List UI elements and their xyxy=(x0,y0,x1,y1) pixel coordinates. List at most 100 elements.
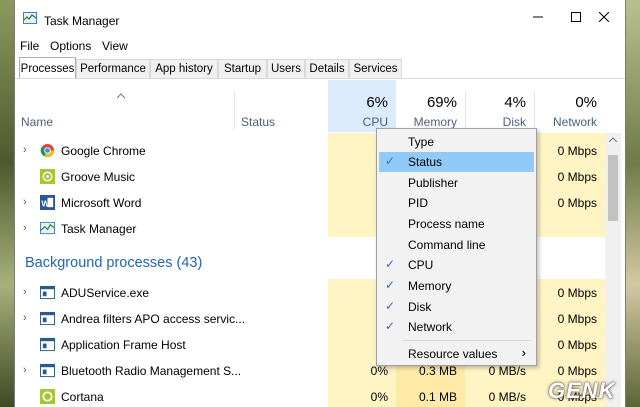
column-cpu-label: CPU xyxy=(362,115,388,129)
network-value: 0 Mbps xyxy=(557,286,597,300)
menu-view[interactable]: View xyxy=(102,39,128,53)
task-manager-window: Task Manager File Options View Processes… xyxy=(14,0,626,407)
column-header-memory[interactable]: 69% Memory xyxy=(396,80,465,132)
task-manager-icon xyxy=(23,12,37,24)
expand-chevron-icon[interactable]: › xyxy=(23,312,27,324)
menu-item-label: Process name xyxy=(408,217,485,231)
menu-item-publisher[interactable]: Publisher xyxy=(379,173,534,193)
scrollbar-thumb[interactable] xyxy=(608,155,618,221)
cpu-total-percent: 6% xyxy=(366,94,388,111)
groove-music-icon xyxy=(40,169,55,184)
column-header-status[interactable]: Status xyxy=(235,80,328,132)
genk-watermark: GENK xyxy=(548,378,616,403)
menu-bar: File Options View xyxy=(15,36,625,56)
menu-item-label: Disk xyxy=(408,300,432,314)
task-manager-icon xyxy=(40,221,55,235)
column-header-cpu[interactable]: 6% CPU xyxy=(328,80,396,132)
svg-text:W: W xyxy=(41,198,49,208)
menu-item-resource-values[interactable]: Resource values › xyxy=(379,344,534,364)
background-processes-header: Background processes (43) xyxy=(25,255,203,271)
process-name: Andrea filters APO access servic... xyxy=(61,312,246,326)
menu-item-cpu[interactable]: ✓ CPU xyxy=(379,255,534,275)
desktop-wallpaper-right xyxy=(626,0,640,407)
menu-item-label: Command line xyxy=(408,238,486,252)
process-name: Bluetooth Radio Management S... xyxy=(61,364,242,378)
sort-ascending-icon xyxy=(116,93,126,99)
menu-item-process-name[interactable]: Process name xyxy=(379,214,534,234)
table-row[interactable]: Cortana 0% 0.1 MB 0 MB/s 0 Mbps xyxy=(15,384,625,407)
network-value: 0 Mbps xyxy=(557,312,597,326)
column-context-menu: Type ✓ Status Publisher PID Process name … xyxy=(376,128,537,366)
expand-chevron-icon[interactable]: › xyxy=(23,364,27,376)
cortana-icon xyxy=(40,389,55,404)
menu-item-label: Type xyxy=(408,135,435,149)
menu-item-label: Network xyxy=(408,320,453,334)
network-value: 0 Mbps xyxy=(557,170,597,184)
app-window-icon xyxy=(40,285,55,300)
network-value: 0 Mbps xyxy=(557,196,597,210)
process-name: Cortana xyxy=(61,390,104,404)
menu-item-pid[interactable]: PID xyxy=(379,193,534,213)
expand-chevron-icon[interactable]: › xyxy=(23,144,27,156)
expand-chevron-icon[interactable]: › xyxy=(23,196,27,208)
title-bar: Task Manager xyxy=(15,0,625,34)
word-icon: W xyxy=(40,195,55,210)
tab-performance[interactable]: Performance xyxy=(76,59,150,78)
tab-app-history[interactable]: App history xyxy=(150,59,218,78)
check-icon: ✓ xyxy=(385,278,396,292)
maximize-icon xyxy=(571,12,581,22)
menu-item-network[interactable]: ✓ Network xyxy=(379,317,534,337)
menu-item-label: PID xyxy=(408,196,429,210)
desktop-wallpaper-left xyxy=(0,0,14,407)
process-name: Microsoft Word xyxy=(61,196,142,210)
menu-item-memory[interactable]: ✓ Memory xyxy=(379,276,534,296)
menu-item-disk[interactable]: ✓ Disk xyxy=(379,297,534,317)
vertical-scrollbar[interactable] xyxy=(605,133,621,407)
column-header-disk[interactable]: 4% Disk xyxy=(466,80,534,132)
tab-processes[interactable]: Processes xyxy=(19,57,76,78)
menu-separator xyxy=(403,340,531,341)
disk-total-percent: 4% xyxy=(504,94,526,111)
menu-file[interactable]: File xyxy=(20,39,39,53)
check-icon: ✓ xyxy=(385,154,396,168)
column-header-network[interactable]: 0% Network xyxy=(535,80,605,132)
memory-total-percent: 69% xyxy=(426,94,457,111)
menu-item-type[interactable]: Type xyxy=(379,132,534,152)
chrome-icon xyxy=(40,143,55,158)
menu-item-label: CPU xyxy=(408,258,434,272)
column-memory-label: Memory xyxy=(413,115,457,129)
check-icon: ✓ xyxy=(385,299,396,313)
tab-services[interactable]: Services xyxy=(349,59,402,78)
menu-options[interactable]: Options xyxy=(50,39,91,53)
process-name: ADUService.exe xyxy=(61,286,150,300)
column-disk-label: Disk xyxy=(502,115,526,129)
app-window-icon xyxy=(40,363,55,378)
menu-item-label: Resource values xyxy=(408,347,498,361)
process-name: Groove Music xyxy=(61,170,136,184)
column-status-label: Status xyxy=(241,115,276,129)
window-title: Task Manager xyxy=(44,14,120,28)
close-icon xyxy=(599,12,609,22)
expand-chevron-icon[interactable]: › xyxy=(23,222,27,234)
tab-users[interactable]: Users xyxy=(267,59,305,78)
app-window-icon xyxy=(40,337,55,352)
menu-item-status[interactable]: ✓ Status xyxy=(379,152,534,172)
app-window-icon xyxy=(40,311,55,326)
network-value: 0 Mbps xyxy=(557,338,597,352)
tab-divider xyxy=(15,78,625,79)
minimize-icon xyxy=(533,16,543,18)
column-network-label: Network xyxy=(552,115,597,129)
disk-value: 0 MB/s xyxy=(488,390,526,404)
menu-item-label: Status xyxy=(408,155,443,169)
network-total-percent: 0% xyxy=(575,94,597,111)
menu-item-command-line[interactable]: Command line xyxy=(379,235,534,255)
tab-startup[interactable]: Startup xyxy=(218,59,267,78)
column-name-label: Name xyxy=(21,115,54,129)
close-button[interactable] xyxy=(581,0,625,34)
process-name: Application Frame Host xyxy=(61,338,186,352)
column-header-name[interactable]: Name xyxy=(15,80,235,132)
expand-chevron-icon[interactable]: › xyxy=(23,286,27,298)
tab-details[interactable]: Details xyxy=(305,59,349,78)
check-icon: ✓ xyxy=(385,319,396,333)
scroll-up-icon[interactable] xyxy=(609,137,617,142)
